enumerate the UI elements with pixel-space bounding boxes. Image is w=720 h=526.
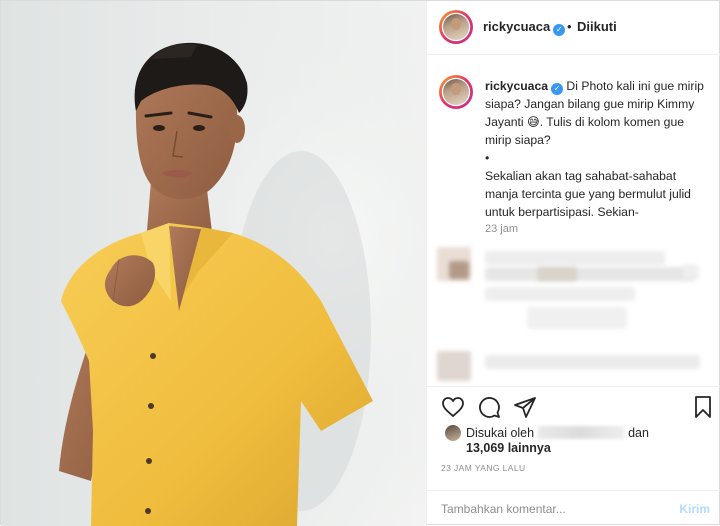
blurred-text [485, 251, 665, 265]
blurred-text [485, 355, 700, 369]
caption-timestamp: 23 jam [485, 223, 519, 235]
post-header: rickycuaca ✓ • Diikuti [427, 1, 720, 55]
liker-avatar[interactable] [445, 425, 461, 441]
blurred-avatar [437, 351, 471, 381]
caption-area: rickycuaca ✓ Di Photo kali ini gue mirip … [427, 55, 720, 385]
username-text: rickycuaca [483, 19, 551, 34]
username-link[interactable]: rickycuaca ✓ [483, 19, 566, 36]
caption-avatar[interactable] [439, 75, 473, 109]
sweat-smile-emoji-icon: 😅 [527, 115, 540, 129]
follow-status-button[interactable]: Diikuti [577, 19, 617, 34]
liked-by-suffix: dan [628, 426, 649, 440]
comment-input[interactable] [441, 500, 661, 518]
verified-badge-icon: ✓ [551, 83, 564, 95]
post-photo-illustration [1, 1, 426, 526]
post-comment-button[interactable]: Kirim [679, 502, 710, 516]
heart-icon[interactable] [441, 395, 465, 419]
comment-box: Kirim [427, 490, 720, 526]
blurred-text [485, 267, 695, 281]
blurred-avatar-detail [449, 261, 469, 279]
blurred-text [527, 307, 627, 329]
share-icon[interactable] [513, 395, 537, 419]
user-avatar[interactable] [439, 10, 473, 44]
caption-text: rickycuaca ✓ Di Photo kali ini gue mirip … [485, 77, 707, 221]
caption-username[interactable]: rickycuaca [485, 79, 548, 93]
post-time-ago: 23 JAM YANG LALU [441, 463, 526, 473]
bookmark-icon[interactable] [691, 395, 715, 419]
caption-bullet: • [485, 151, 490, 165]
blurred-heart-icon [683, 265, 699, 279]
caption-line-2: Sekalian akan tag sahabat-sahabat manja … [485, 169, 691, 219]
verified-badge-icon: ✓ [553, 24, 566, 36]
post-photo [1, 1, 426, 526]
liked-by-line: Disukai oleh dan [466, 426, 649, 440]
liked-by-prefix: Disukai oleh [466, 426, 535, 440]
separator-dot: • [567, 19, 572, 34]
comment-icon[interactable] [477, 395, 501, 419]
likes-count-link[interactable]: 13,069 lainnya [466, 441, 551, 455]
blurred-liker-name[interactable] [538, 426, 625, 439]
post-sidebar: rickycuaca ✓ • Diikuti rickycuaca ✓ Di Pho… [426, 1, 720, 526]
instagram-post-window: rickycuaca ✓ • Diikuti rickycuaca ✓ Di Pho… [0, 0, 720, 526]
action-bar [427, 386, 720, 426]
blurred-text [485, 287, 635, 301]
blurred-text [537, 267, 577, 281]
